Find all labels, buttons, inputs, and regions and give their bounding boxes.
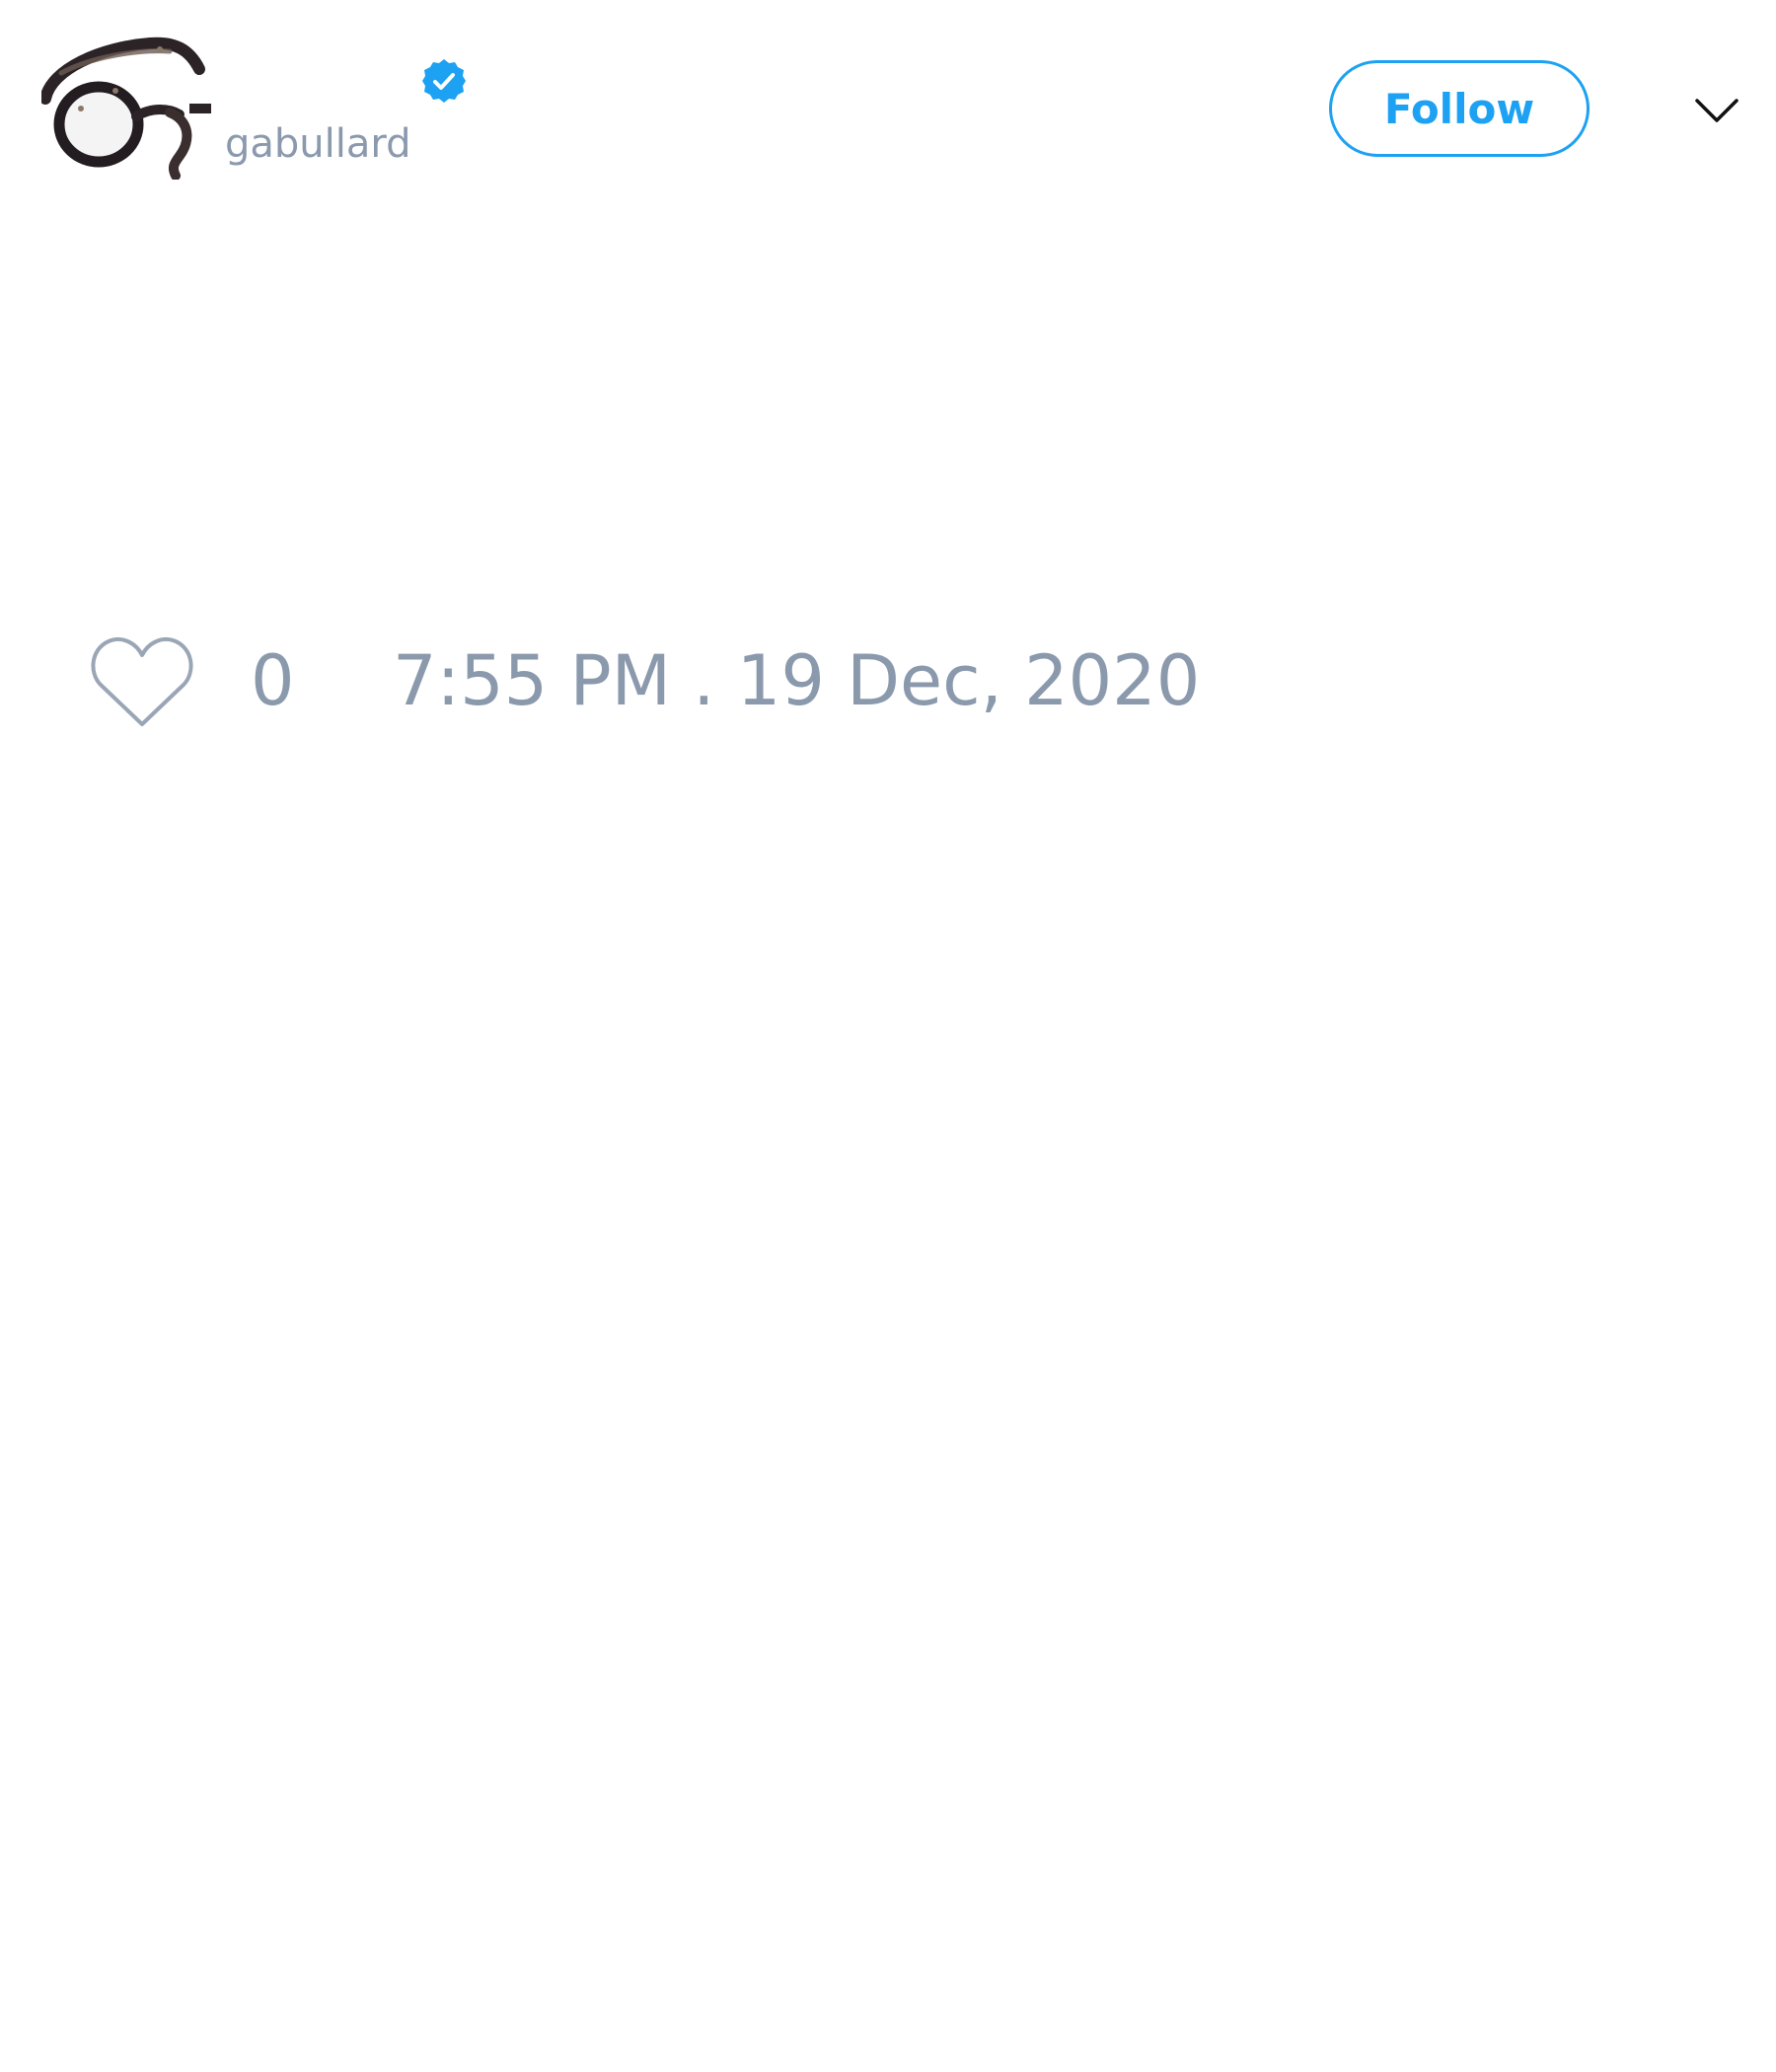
- follow-button[interactable]: Follow: [1329, 60, 1590, 157]
- glasses-avatar-image: [39, 37, 211, 181]
- like-count: 0: [251, 640, 295, 721]
- username[interactable]: gabullard: [225, 124, 411, 164]
- tweet-timestamp[interactable]: 7:55 PM . 19 Dec, 2020: [393, 646, 1200, 715]
- verified-badge-icon: [420, 57, 468, 105]
- heart-outline-icon[interactable]: [89, 633, 195, 730]
- avatar[interactable]: [39, 30, 211, 181]
- verified-badge-shape: [422, 59, 466, 103]
- chevron-down-icon[interactable]: [1693, 91, 1740, 130]
